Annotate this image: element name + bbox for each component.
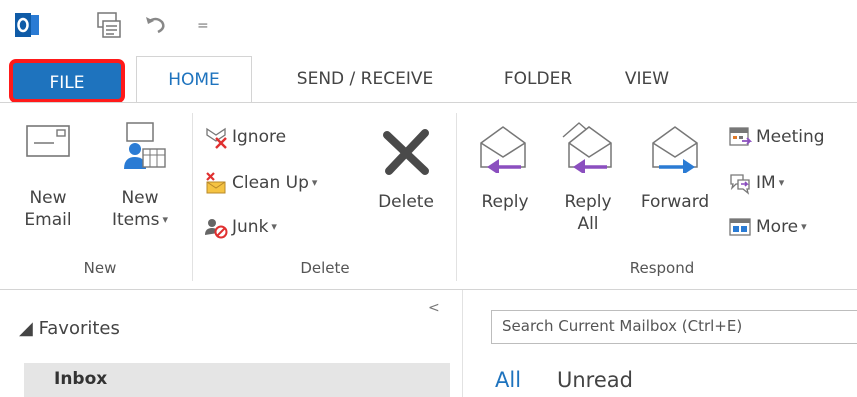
- quick-access-toolbar: =: [0, 0, 857, 52]
- reply-all-button[interactable]: Reply All: [552, 117, 624, 235]
- delete-icon: [383, 129, 429, 175]
- reply-all-label-2: All: [577, 214, 599, 234]
- meeting-button[interactable]: Meeting: [728, 123, 825, 151]
- reply-icon: [480, 126, 526, 173]
- send-receive-all-icon[interactable]: [96, 11, 122, 39]
- folder-item-inbox[interactable]: Inbox: [24, 363, 450, 397]
- folder-label-inbox: Inbox: [54, 369, 108, 389]
- ribbon: New Email New Items ▾ New Ignore Clean U…: [0, 102, 857, 290]
- meeting-icon: [729, 127, 752, 146]
- delete-button[interactable]: Delete: [368, 127, 444, 213]
- new-items-button[interactable]: New Items ▾: [100, 121, 180, 231]
- tab-view[interactable]: VIEW: [607, 56, 687, 102]
- new-email-button[interactable]: New Email: [22, 121, 74, 231]
- collapse-pane-icon[interactable]: <: [428, 300, 440, 316]
- outlook-window: = FILE HOME SEND / RECEIVE FOLDER VIEW N…: [0, 0, 857, 397]
- group-label-delete: Delete: [300, 259, 350, 277]
- forward-label: Forward: [640, 192, 710, 212]
- filter-all[interactable]: All: [495, 368, 521, 392]
- undo-icon[interactable]: [144, 14, 168, 36]
- new-items-label-1: New: [121, 188, 159, 208]
- chevron-down-icon: ▾: [162, 213, 169, 226]
- ignore-button[interactable]: Ignore: [204, 123, 286, 151]
- reply-button[interactable]: Reply: [472, 123, 538, 213]
- junk-button[interactable]: Junk ▾: [204, 213, 277, 241]
- search-input[interactable]: [492, 311, 852, 341]
- group-label-new: New: [83, 259, 117, 277]
- new-items-label-2: Items ▾: [111, 210, 169, 230]
- tab-folder[interactable]: FOLDER: [488, 56, 588, 102]
- delete-label: Delete: [378, 192, 434, 212]
- reply-all-icon: [562, 122, 612, 173]
- forward-button[interactable]: Forward: [632, 123, 718, 213]
- chevron-down-icon: ▾: [801, 220, 807, 233]
- chevron-down-icon: ▾: [271, 220, 277, 233]
- reply-all-label-1: Reply: [564, 192, 612, 212]
- customize-toolbar-icon[interactable]: =: [197, 18, 209, 34]
- outlook-app-icon[interactable]: [14, 12, 40, 38]
- forward-icon: [652, 126, 698, 173]
- chevron-down-icon: ▾: [311, 176, 318, 189]
- ribbon-tabs: FILE HOME SEND / RECEIVE FOLDER VIEW: [0, 56, 857, 103]
- new-items-icon: [124, 122, 166, 169]
- pane-separator: [462, 290, 463, 397]
- tab-home[interactable]: HOME: [136, 56, 252, 103]
- new-email-label-1: New: [29, 188, 67, 208]
- more-respond-button[interactable]: More ▾: [728, 213, 807, 241]
- im-icon: [730, 174, 750, 195]
- clean-up-icon: [206, 172, 226, 194]
- tab-file[interactable]: FILE: [9, 59, 125, 103]
- content-area: < ◢ Favorites Inbox All Unread: [0, 290, 857, 397]
- new-email-label-2: Email: [24, 210, 72, 230]
- chevron-down-icon: ▾: [778, 176, 785, 189]
- reply-label: Reply: [481, 192, 529, 212]
- search-box[interactable]: [491, 310, 857, 344]
- more-icon: [729, 218, 751, 236]
- ignore-icon: [206, 127, 227, 149]
- clean-up-button[interactable]: Clean Up ▾: [204, 169, 317, 197]
- group-separator: [456, 113, 457, 281]
- filter-unread[interactable]: Unread: [557, 368, 633, 392]
- group-separator: [192, 113, 193, 281]
- tab-send-receive[interactable]: SEND / RECEIVE: [270, 56, 460, 102]
- envelope-icon: [26, 125, 70, 157]
- favorites-header[interactable]: ◢ Favorites: [19, 318, 120, 339]
- im-button[interactable]: IM ▾: [728, 169, 784, 197]
- junk-icon: [205, 219, 228, 239]
- group-label-respond: Respond: [629, 259, 695, 277]
